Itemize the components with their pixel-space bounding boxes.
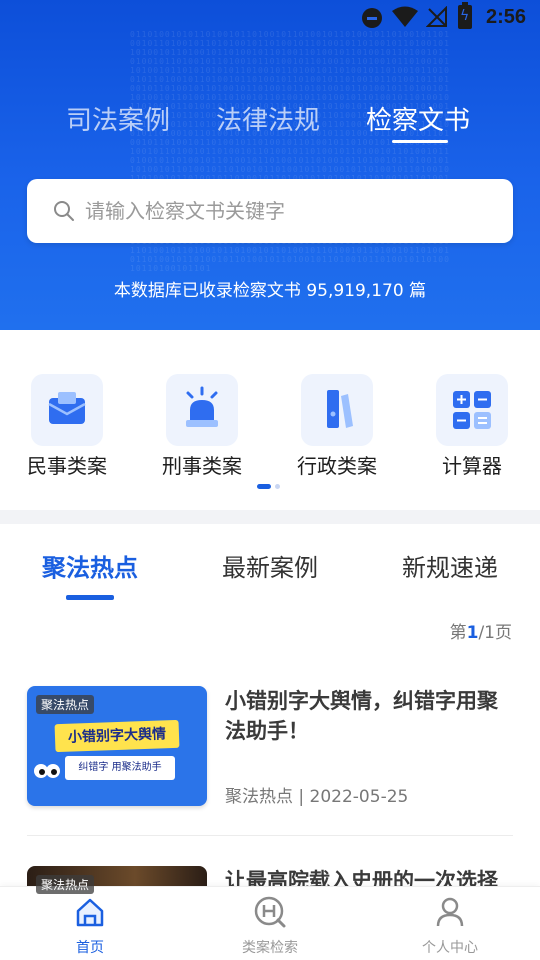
case-search-icon [254, 896, 286, 928]
binder-icon [301, 374, 373, 446]
tab-laws-regulations[interactable]: 法律法规 [216, 100, 320, 137]
search-input[interactable] [85, 199, 465, 223]
database-count-text: 本数据库已收录检察文书 95,919,170 篇 [113, 281, 427, 301]
category-criminal-cases[interactable]: 刑事类案 [142, 374, 262, 479]
envelope-icon [31, 374, 103, 446]
cartoon-eyes-icon [34, 764, 60, 778]
siren-icon [166, 374, 238, 446]
article-item[interactable]: 聚法热点 小错别字大舆情 纠错字 用聚法助手 小错别字大舆情，纠错字用聚法助手！… [27, 686, 513, 836]
nav-case-search[interactable]: 类案检索 [210, 895, 330, 957]
user-icon [436, 897, 464, 927]
nav-home[interactable]: 首页 [30, 895, 150, 957]
nav-label: 首页 [76, 940, 104, 956]
thumbnail-badge: 聚法热点 [36, 875, 95, 894]
category-calculator[interactable]: 计算器 [412, 374, 532, 479]
page-dot-active [257, 484, 271, 489]
news-tab-indicator [66, 595, 114, 600]
category-label: 民事类案 [27, 454, 107, 478]
thumbnail-headline: 小错别字大舆情 [54, 719, 180, 753]
carousel-page-indicator [257, 484, 280, 489]
thumbnail-subtitle: 纠错字 用聚法助手 [65, 756, 175, 780]
status-time: 2:56 [486, 6, 527, 28]
tab-procuratorial-documents[interactable]: 检察文书 [366, 100, 470, 137]
tab-hot-topics[interactable]: 聚法热点 [42, 548, 138, 583]
article-title: 小错别字大舆情，纠错字用聚法助手！ [225, 689, 498, 743]
status-bar: 2:56 [0, 0, 540, 36]
bottom-navigation: 首页 类案检索 个人中心 [0, 886, 540, 960]
battery-charging-icon [458, 2, 472, 29]
tab-new-regulations[interactable]: 新规速递 [402, 548, 498, 583]
article-meta: 聚法热点 | 2022-05-25 [225, 787, 409, 807]
tab-latest-cases[interactable]: 最新案例 [222, 548, 318, 583]
category-label: 刑事类案 [162, 454, 242, 478]
search-box[interactable] [27, 179, 513, 243]
active-tab-indicator [392, 140, 448, 143]
category-grid: 民事类案 刑事类案 行政类案 计算器 [0, 330, 540, 510]
article-thumbnail: 聚法热点 小错别字大舆情 纠错字 用聚法助手 [27, 686, 207, 806]
category-label: 计算器 [442, 454, 502, 478]
category-administrative-cases[interactable]: 行政类案 [277, 374, 397, 479]
nav-profile[interactable]: 个人中心 [390, 895, 510, 957]
nav-label: 个人中心 [422, 940, 478, 956]
current-page: 1 [466, 623, 479, 643]
page-counter: 第1/1页 [449, 623, 512, 643]
calculator-icon [436, 374, 508, 446]
page-dot [275, 484, 280, 489]
wifi-icon [392, 6, 418, 27]
home-icon [76, 898, 104, 927]
thumbnail-badge: 聚法热点 [36, 695, 95, 714]
tab-judicial-cases[interactable]: 司法案例 [66, 100, 170, 137]
hero-header: 0110100101011010010110100101101001011010… [0, 0, 540, 330]
section-divider [0, 510, 540, 524]
category-civil-cases[interactable]: 民事类案 [7, 374, 127, 479]
no-signal-icon [426, 6, 447, 27]
do-not-disturb-icon [362, 8, 382, 28]
nav-label: 类案检索 [242, 940, 298, 956]
search-icon [54, 201, 74, 221]
category-label: 行政类案 [297, 454, 377, 478]
